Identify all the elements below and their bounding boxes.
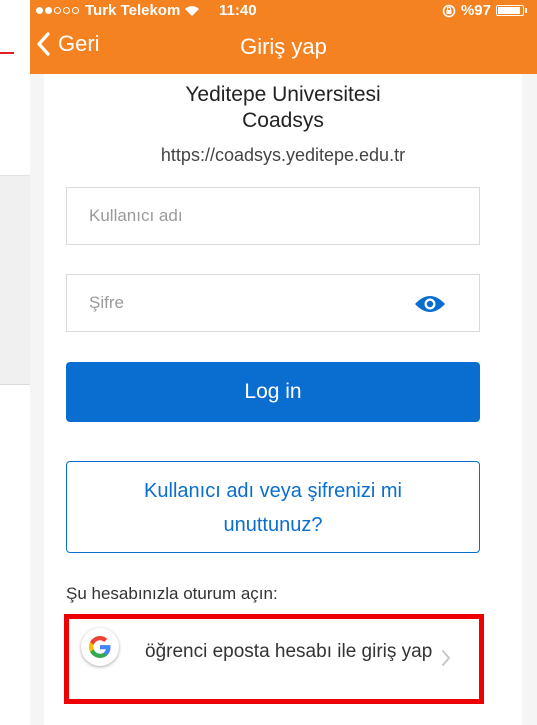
google-signin-label: öğrenci eposta hesabı ile giriş yap	[145, 641, 433, 662]
forgot-password-line2: unuttunuz?	[223, 514, 323, 536]
background-panel	[0, 0, 30, 176]
password-field[interactable]	[66, 274, 480, 332]
carrier-info: Turk Telekom	[36, 2, 200, 19]
background-panel-grey	[0, 176, 30, 385]
organization-url: https://coadsys.yeditepe.edu.tr	[160, 145, 406, 165]
signal-strength-icon	[36, 7, 79, 14]
battery-percent: %97	[460, 2, 491, 19]
eye-icon[interactable]	[414, 294, 446, 314]
rotation-lock-icon	[442, 4, 456, 17]
background-accent	[0, 52, 14, 54]
login-card: Yeditepe Universitesi Coadsys https://co…	[44, 74, 522, 725]
status-bar: Turk Telekom 11:40 %97	[30, 0, 537, 22]
carrier-name: Turk Telekom	[85, 2, 181, 19]
battery-status: %97	[442, 2, 527, 19]
username-input[interactable]	[67, 188, 479, 244]
page-title: Giriş yap	[240, 34, 327, 59]
username-field[interactable]	[66, 187, 480, 245]
signin-with-label: Şu hesabınızla oturum açın:	[66, 584, 278, 603]
organization-name-line1: Yeditepe Universitesi	[185, 83, 381, 106]
forgot-password-button[interactable]: Kullanıcı adı veya şifrenizi mi unuttunu…	[66, 461, 480, 553]
google-signin-button[interactable]: öğrenci eposta hesabı ile giriş yap	[64, 614, 484, 704]
battery-icon	[496, 5, 524, 16]
organization-name: Yeditepe Universitesi Coadsys	[44, 82, 522, 134]
organization-name-line2: Coadsys	[242, 109, 324, 132]
navigation-bar: Geri Giriş yap	[30, 22, 537, 74]
background-page	[0, 0, 30, 725]
login-button[interactable]: Log in	[66, 362, 480, 422]
phone-screen: Turk Telekom 11:40 %97 Geri Giriş yap Ye…	[30, 0, 537, 725]
clock: 11:40	[219, 2, 257, 19]
wifi-icon	[185, 5, 200, 16]
chevron-right-icon	[442, 650, 450, 666]
forgot-password-line1: Kullanıcı adı veya şifrenizi mi	[144, 480, 402, 502]
